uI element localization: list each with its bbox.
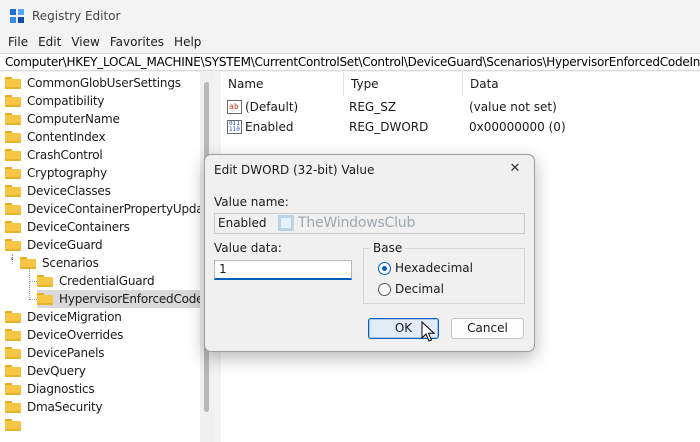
column-header-type[interactable]: Type [344,72,463,96]
window-title: Registry Editor [32,9,121,23]
value-name: (Default) [245,100,299,114]
folder-icon [5,185,21,197]
radio-decimal[interactable]: Decimal [378,281,444,297]
radio-hexadecimal[interactable]: Hexadecimal [378,260,473,276]
value-data: (value not set) [469,100,557,114]
key-tree: CommonGlobUserSettings Compatibility Com… [0,72,213,442]
tree-item[interactable]: DevicePanels [5,344,205,362]
menu-view[interactable]: View [66,35,104,49]
tree-item[interactable]: DeviceContainers [5,218,205,236]
folder-icon [5,329,21,341]
folder-icon [5,311,21,323]
folder-icon [5,401,21,413]
tree-item[interactable]: CrashControl [5,146,205,164]
folder-icon [5,113,21,125]
menu-bar: File Edit View Favorites Help [0,32,700,52]
folder-icon [5,149,21,161]
tree-item[interactable]: Cryptography [5,164,205,182]
tree-item-scenarios[interactable]: ˅ Scenarios [7,254,207,272]
folder-icon [5,221,21,233]
tree-item[interactable]: Compatibility [5,92,205,110]
registry-editor-app-icon [10,9,24,23]
tree-item[interactable]: ContentIndex [5,128,205,146]
tree-connector [29,299,37,300]
folder-icon [5,419,21,431]
column-header-data[interactable]: Data [463,72,700,96]
title-bar: Registry Editor [0,0,700,32]
string-value-icon: ab [227,100,242,114]
watermark-text: TheWindowsClub [298,215,416,231]
table-row[interactable]: ab (Default) REG_SZ (value not set) [221,97,700,117]
table-row[interactable]: 011 110 Enabled REG_DWORD 0x00000000 (0) [221,117,700,137]
radio-unchecked-icon[interactable] [378,282,391,296]
value-type: REG_SZ [349,100,397,114]
menu-favorites[interactable]: Favorites [105,35,169,49]
chevron-down-icon[interactable]: ˅ [7,258,17,268]
folder-icon [37,275,53,287]
tree-connector [29,281,37,282]
close-icon[interactable]: ✕ [505,159,525,179]
radio-label: Decimal [395,282,444,296]
tree-item[interactable]: ComputerName [5,110,205,128]
tree-item[interactable]: DmaSecurity [5,398,205,416]
column-header-name[interactable]: Name [221,72,344,96]
radio-checked-icon[interactable] [378,261,391,275]
watermark: TheWindowsClub [278,211,415,235]
tree-item[interactable]: DeviceOverrides [5,326,205,344]
cancel-button[interactable]: Cancel [451,318,524,339]
base-group-label: Base [370,241,406,255]
value-data-input[interactable]: 1 [214,260,352,280]
edit-dword-dialog: Edit DWORD (32-bit) Value ✕ Value name: … [204,154,535,352]
folder-icon [5,131,21,143]
menu-edit[interactable]: Edit [33,35,66,49]
value-type: REG_DWORD [349,120,429,134]
folder-icon [5,239,21,251]
tree-item[interactable]: CommonGlobUserSettings [5,74,205,92]
value-data-label: Value data: [214,241,282,255]
folder-icon [5,95,21,107]
watermark-logo-icon [278,215,294,231]
folder-icon [5,365,21,377]
folder-icon [5,203,21,215]
tree-item[interactable]: DeviceContainerPropertyUpdate [5,200,213,218]
folder-icon [5,167,21,179]
folder-icon [20,257,36,269]
value-name: Enabled [245,120,294,134]
tree-item-hvci-selected[interactable]: HypervisorEnforcedCodeIr [37,290,212,308]
tree-item[interactable]: DeviceMigration [5,308,205,326]
tree-item[interactable]: DeviceClasses [5,182,205,200]
dialog-title: Edit DWORD (32-bit) Value [214,163,375,177]
folder-icon [5,77,21,89]
tree-item[interactable]: DevQuery [5,362,205,380]
folder-icon [5,347,21,359]
radio-label: Hexadecimal [395,261,473,275]
tree-connector [29,268,30,300]
value-data: 0x00000000 (0) [469,120,566,134]
menu-file[interactable]: File [3,35,33,49]
mouse-cursor-icon [421,321,435,342]
menu-help[interactable]: Help [169,35,206,49]
folder-icon [37,293,53,305]
binary-value-icon: 011 110 [227,120,242,134]
tree-item-credentialguard[interactable]: CredentialGuard [37,272,213,290]
folder-icon [5,383,21,395]
tree-item[interactable]: Diagnostics [5,380,205,398]
address-bar[interactable]: Computer\HKEY_LOCAL_MACHINE\SYSTEM\Curre… [0,53,700,71]
tree-item-deviceguard[interactable]: DeviceGuard [5,236,205,254]
value-name-label: Value name: [214,195,289,209]
tree-item-partial[interactable] [5,416,205,434]
